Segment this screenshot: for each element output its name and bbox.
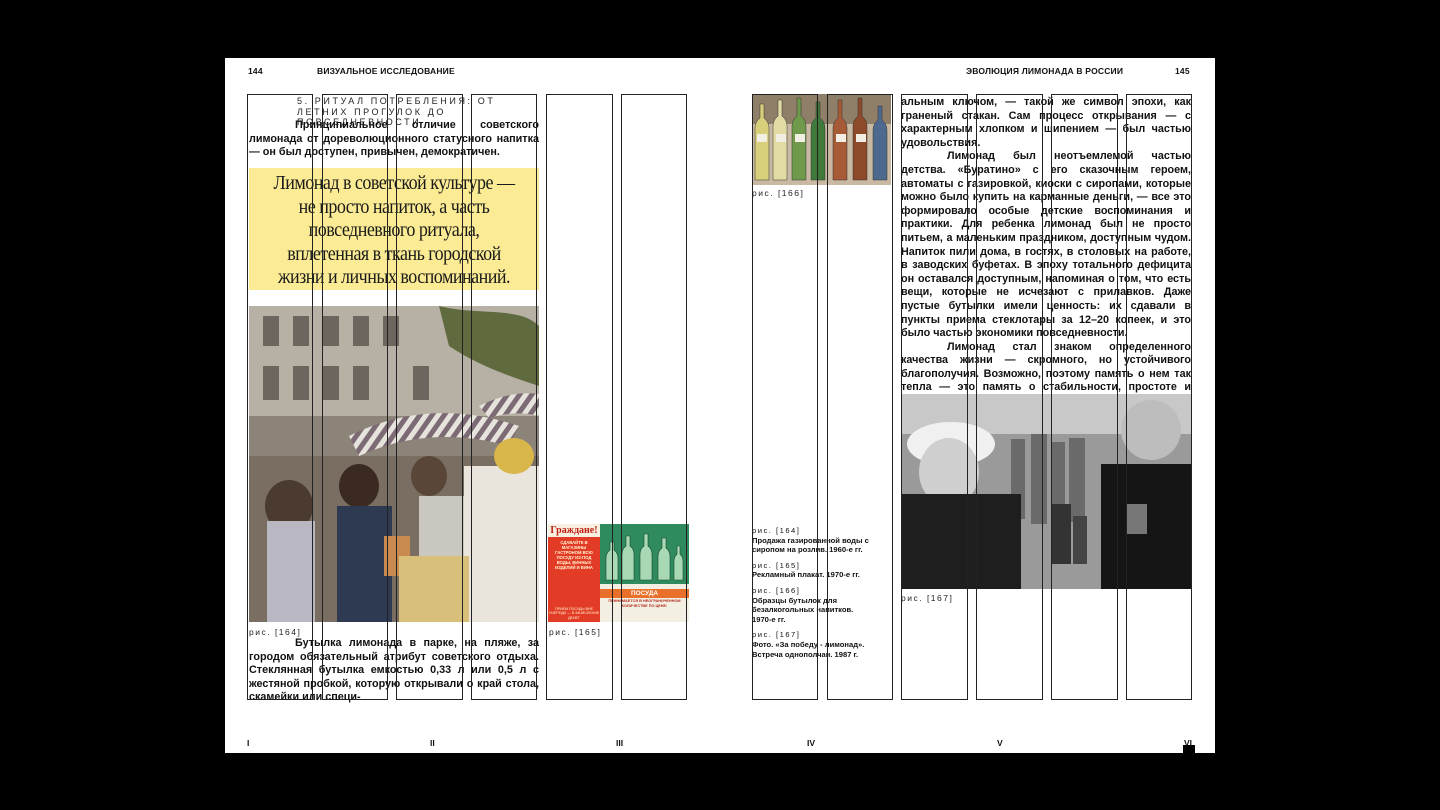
figure-label-164: рис. [164] <box>249 627 302 637</box>
column-marker-3: III <box>616 738 624 748</box>
caption-number: рис. [164] <box>752 526 801 535</box>
caption-number: рис. [165] <box>752 560 801 570</box>
caption-text: Фото. «За победу - лимонад». Встреча одн… <box>752 639 865 659</box>
poster-bottom-left-text: ПРИЕМ ПОСУДЫ ВНЕ ОЧЕРЕДИ — В ЗАЧИСЛЕНИЕ … <box>548 606 600 620</box>
corner-marker <box>1183 745 1195 753</box>
right-body-text: альным ключом, — такой же символ эпохи, … <box>901 96 1191 409</box>
figure-label-167: рис. [167] <box>901 593 954 603</box>
column-marker-4: IV <box>807 738 816 748</box>
caption-165: рис. [165] Рекламный плакат. 1970-е гг. <box>752 561 870 580</box>
caption-166: рис. [166] Образцы бутылок для безалкого… <box>752 586 870 624</box>
caption-text: Рекламный плакат. 1970-е гг. <box>752 570 860 580</box>
poster-left-text: СДАВАЙТЕ В МАГАЗИНЫ ГАСТРОНОМ ВСЮ ПОСУДУ… <box>555 540 593 570</box>
photo-bottle-samples <box>752 94 891 185</box>
bottles-icon <box>600 524 689 584</box>
left-running-title: ВИЗУАЛЬНОЕ ИССЛЕДОВАНИЕ <box>317 66 455 76</box>
right-paragraph-1: альным ключом, — такой же символ эпохи, … <box>901 96 1191 149</box>
column-marker-2: II <box>430 738 435 748</box>
figure-label-166: рис. [166] <box>752 188 805 198</box>
pull-quote-box: Лимонад в советской культуре — не просто… <box>249 168 539 290</box>
caption-text: Образцы бутылок для безалкогольных напит… <box>752 595 854 624</box>
caption-164: рис. [164] Продажа газированной воды с с… <box>752 526 870 555</box>
caption-number: рис. [167] <box>752 630 801 640</box>
caption-number: рис. [166] <box>752 585 801 595</box>
right-running-title: ЭВОЛЮЦИЯ ЛИМОНАДА В РОССИИ <box>966 66 1124 76</box>
left-page-number: 144 <box>248 66 263 76</box>
poster-right-sub: ПРИНИМАЕТСЯ В НЕОГРАНИЧЕННОМ КОЛИЧЕСТВЕ … <box>608 599 681 608</box>
pull-quote: Лимонад в советской культуре — не просто… <box>273 172 516 288</box>
caption-text: Продажа газированной воды с сиропом на р… <box>752 535 869 555</box>
figure-label-165: рис. [165] <box>549 627 602 637</box>
poster-headline: Граждане! <box>548 524 600 537</box>
left-body-text: Бутылка лимонада в парке, на пляже, за г… <box>249 637 539 704</box>
right-page-number: 145 <box>1175 66 1190 76</box>
left-body-paragraph: Бутылка лимонада в парке, на пляже, за г… <box>249 637 539 705</box>
poster-left-panel: Граждане! СДАВАЙТЕ В МАГАЗИНЫ ГАСТРОНОМ … <box>548 524 600 622</box>
column-marker-1: I <box>247 738 250 748</box>
caption-list: рис. [164] Продажа газированной воды с с… <box>752 526 870 659</box>
poster-right-label: ПОСУДА <box>600 589 689 598</box>
intro-paragraph: Принципиальное отличие советского лимона… <box>249 119 539 160</box>
poster-bottle-return: Граждане! СДАВАЙТЕ В МАГАЗИНЫ ГАСТРОНОМ … <box>548 524 689 622</box>
photo-soda-vendor <box>249 306 539 622</box>
poster-right-panel: ПОСУДА ПРИНИМАЕТСЯ В НЕОГРАНИЧЕННОМ КОЛИ… <box>600 524 689 622</box>
photo-veterans-meeting <box>901 394 1191 589</box>
intro-text: Принципиальное отличие советского лимона… <box>249 119 539 159</box>
caption-167: рис. [167] Фото. «За победу - лимонад». … <box>752 630 870 659</box>
column-marker-5: V <box>997 738 1003 748</box>
right-paragraph-2: Лимонад был неотъемлемой частью детства.… <box>901 150 1191 340</box>
book-spread: 144 ВИЗУАЛЬНОЕ ИССЛЕДОВАНИЕ ЭВОЛЮЦИЯ ЛИМ… <box>225 58 1215 753</box>
